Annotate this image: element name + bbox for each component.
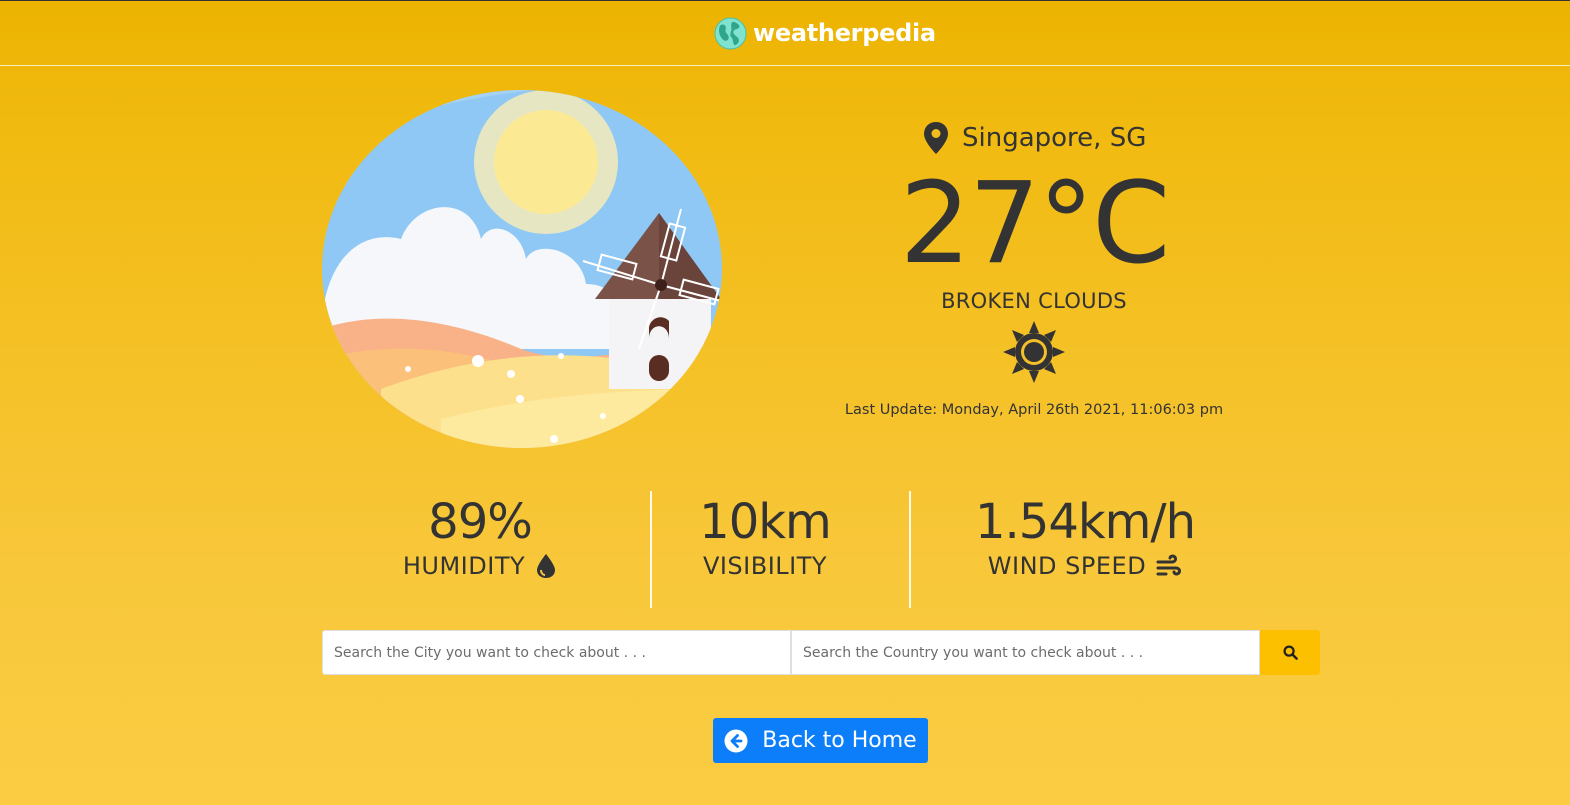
arrow-circle-left-icon bbox=[724, 729, 748, 752]
back-to-home-label: Back to Home bbox=[762, 728, 917, 753]
visibility-label: VISIBILITY bbox=[702, 552, 828, 580]
droplet-icon bbox=[537, 554, 556, 578]
navbar: weatherpedia bbox=[0, 1, 1570, 66]
humidity-value: 89% bbox=[428, 494, 533, 550]
visibility-label-row: VISIBILITY bbox=[660, 551, 870, 581]
wind-icon bbox=[1156, 554, 1182, 576]
humidity-stat: 89% HUMIDITY bbox=[380, 493, 580, 581]
weather-condition: BROKEN CLOUDS bbox=[941, 289, 1127, 313]
wind-speed-stat: 1.54km/h WIND SPEED bbox=[950, 493, 1220, 581]
humidity-label: HUMIDITY bbox=[402, 552, 526, 580]
map-pin-icon bbox=[924, 122, 948, 154]
humidity-label-row: HUMIDITY bbox=[380, 551, 580, 581]
wind-speed-label-row: WIND SPEED bbox=[950, 551, 1220, 581]
stat-divider bbox=[650, 491, 652, 608]
globe-icon bbox=[714, 16, 747, 50]
brand-logo[interactable]: weatherpedia bbox=[714, 16, 936, 50]
windmill-illustration bbox=[322, 90, 722, 448]
brand-name: weatherpedia bbox=[753, 19, 936, 47]
last-update: Last Update: Monday, April 26th 2021, 11… bbox=[844, 402, 1224, 418]
country-search-input[interactable] bbox=[791, 630, 1260, 675]
visibility-value: 10km bbox=[699, 494, 832, 550]
temperature: 27°C bbox=[899, 159, 1171, 289]
location: Singapore, SG bbox=[924, 119, 1146, 157]
location-name: Singapore, SG bbox=[962, 123, 1147, 153]
search-icon bbox=[1282, 645, 1298, 660]
search-button[interactable] bbox=[1260, 630, 1320, 675]
visibility-stat: 10km VISIBILITY bbox=[660, 493, 870, 581]
city-search-input[interactable] bbox=[322, 630, 791, 675]
stat-divider bbox=[909, 491, 911, 608]
search-bar bbox=[322, 630, 1320, 675]
sun-icon bbox=[1003, 321, 1065, 383]
back-to-home-button[interactable]: Back to Home bbox=[713, 718, 928, 763]
wind-speed-label: WIND SPEED bbox=[987, 552, 1147, 580]
wind-speed-value: 1.54km/h bbox=[974, 494, 1196, 550]
